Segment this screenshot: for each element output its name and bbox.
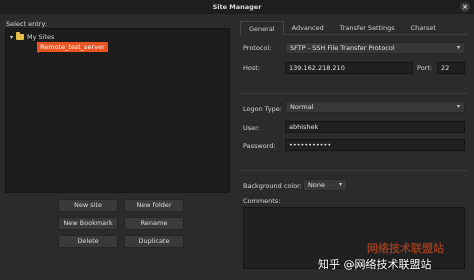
close-icon[interactable]: × — [460, 2, 470, 12]
host-input[interactable]: 139.162.218.210 — [285, 62, 413, 74]
password-label: Password: — [243, 142, 276, 150]
duplicate-button[interactable]: Duplicate — [124, 235, 184, 248]
tree-folder-label: My Sites — [27, 33, 55, 41]
chevron-down-icon: ▾ — [456, 103, 460, 110]
tree-folder-my-sites[interactable]: ▾ My Sites — [10, 32, 55, 41]
logon-type-label: Logon Type: — [243, 105, 282, 113]
window-titlebar: Site Manager × — [0, 0, 474, 14]
chevron-down-icon[interactable]: ▾ — [10, 34, 13, 41]
tab-charset[interactable]: Charset — [403, 21, 444, 35]
general-panel: Protocol: SFTP - SSH File Transfer Proto… — [240, 36, 468, 274]
protocol-value: SFTP - SSH File Transfer Protocol — [290, 44, 395, 52]
new-bookmark-button[interactable]: New Bookmark — [58, 217, 118, 230]
tab-advanced[interactable]: Advanced — [284, 21, 332, 35]
logon-type-select[interactable]: Normal ▾ — [285, 101, 465, 113]
divider — [240, 93, 468, 94]
port-label: Port: — [417, 64, 433, 72]
background-color-value: None — [308, 181, 325, 189]
protocol-select[interactable]: SFTP - SSH File Transfer Protocol ▾ — [285, 42, 465, 54]
rename-button[interactable]: Rename — [124, 217, 184, 230]
new-site-button[interactable]: New site — [58, 199, 118, 212]
new-folder-button[interactable]: New folder — [124, 199, 184, 212]
tab-general[interactable]: General — [240, 21, 284, 35]
background-color-select[interactable]: None ▾ — [303, 179, 347, 191]
protocol-label: Protocol: — [243, 44, 272, 52]
tab-transfer-settings[interactable]: Transfer Settings — [332, 21, 403, 35]
select-entry-label: Select entry: — [6, 20, 48, 28]
chevron-down-icon: ▾ — [456, 44, 460, 51]
background-color-label: Background color: — [243, 182, 302, 190]
host-label: Host: — [243, 64, 260, 72]
chevron-down-icon: ▾ — [338, 181, 342, 188]
divider — [240, 170, 468, 171]
user-label: User: — [243, 124, 260, 132]
password-input[interactable]: ••••••••••• — [285, 139, 465, 151]
watermark-logo: 网络技术联盟站 — [367, 242, 444, 255]
port-input[interactable]: 22 — [437, 62, 465, 74]
watermark-text: 知乎 @网络技术联盟站 — [318, 258, 432, 271]
comments-label: Comments: — [243, 197, 281, 205]
logon-type-value: Normal — [290, 103, 314, 111]
settings-tabs: General Advanced Transfer Settings Chars… — [240, 21, 468, 35]
delete-button[interactable]: Delete — [58, 235, 118, 248]
tree-item-remote-test-server[interactable]: Remote_test_server — [37, 42, 108, 52]
window-title: Site Manager — [212, 3, 262, 11]
site-tree[interactable]: ▾ My Sites — [5, 28, 230, 193]
user-input[interactable]: abhishek — [285, 121, 465, 133]
folder-icon — [16, 32, 25, 40]
